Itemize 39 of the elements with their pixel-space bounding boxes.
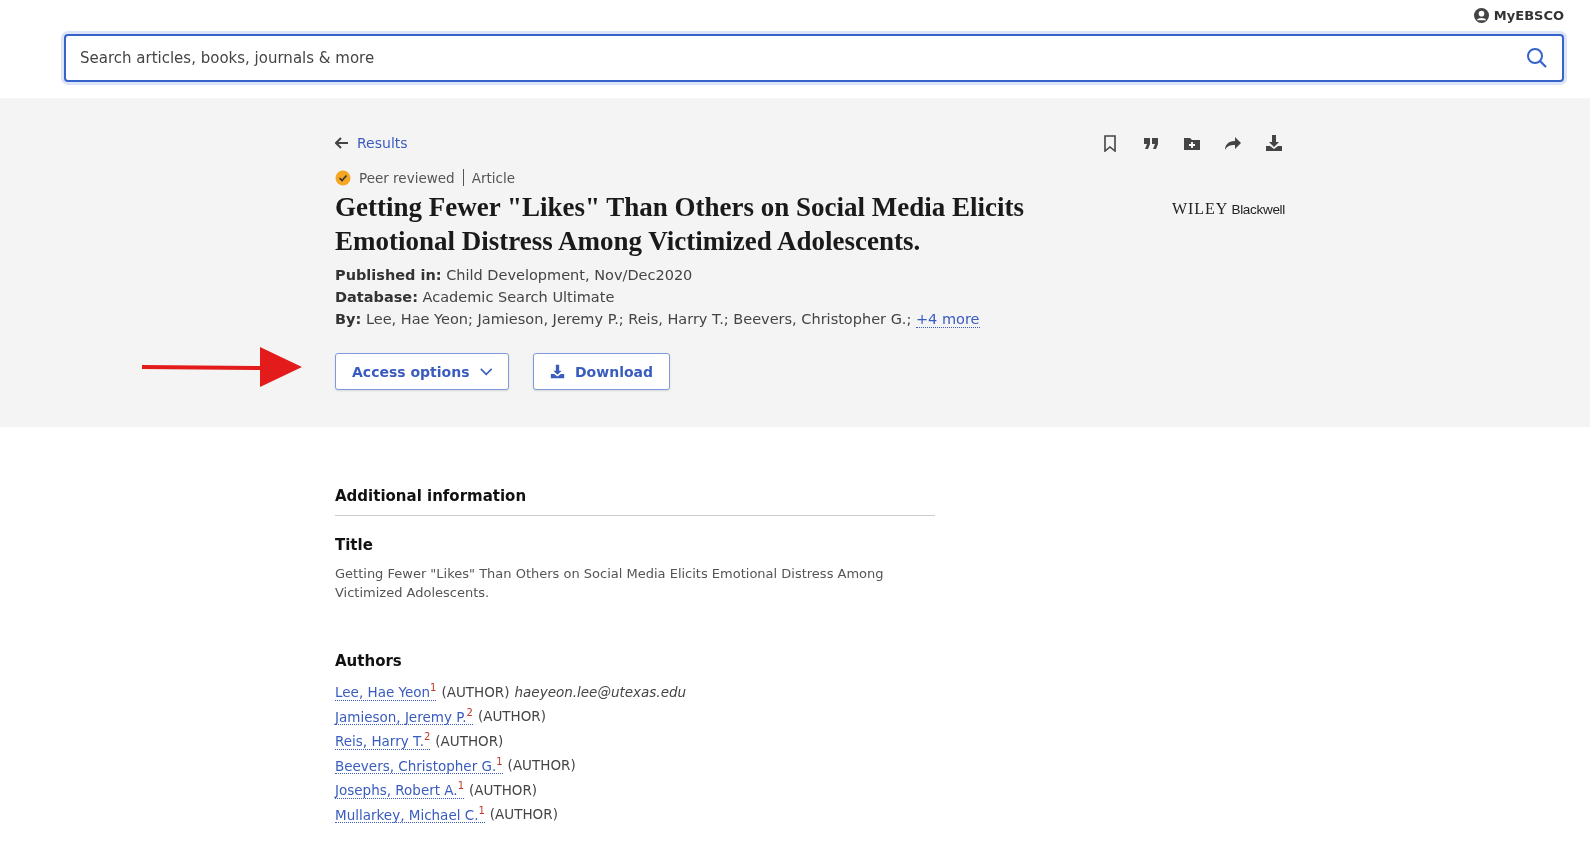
user-icon bbox=[1473, 7, 1489, 23]
chevron-down-icon bbox=[479, 366, 492, 377]
back-link[interactable]: Results bbox=[335, 135, 408, 151]
share-icon[interactable] bbox=[1224, 134, 1242, 152]
author-role: (AUTHOR) bbox=[477, 708, 546, 724]
author-role: (AUTHOR) bbox=[489, 806, 558, 822]
peer-reviewed-label: Peer reviewed bbox=[359, 169, 455, 186]
field-heading: Authors bbox=[335, 652, 403, 670]
author-link[interactable]: Reis, Harry T.$^{2}$ bbox=[335, 731, 431, 750]
author-email: haeyeon.lee@utexas.edu bbox=[514, 683, 687, 700]
download-icon[interactable] bbox=[1265, 134, 1283, 152]
more-authors-link[interactable]: +4 more bbox=[915, 311, 980, 328]
download-icon bbox=[550, 364, 565, 379]
download-button[interactable]: Download bbox=[533, 353, 671, 390]
title-text: Getting Fewer "Likes" Than Others on Social Media Elicits Emotional Distress Among Victimized Adolescents. bbox=[335, 565, 885, 602]
metadata-line: Published in: Child Development, Nov/Dec2020 bbox=[335, 266, 694, 285]
document-type: Article bbox=[471, 169, 515, 186]
section-heading: Additional information bbox=[335, 487, 935, 516]
author-role: (AUTHOR) bbox=[469, 781, 538, 798]
metadata-line: By: Lee, Hae Yeon; Jamieson, Jeremy P.; Reis, Harry T.; Beevers, Christopher G.; +4 more bbox=[335, 310, 981, 330]
metadata-line: Database: Academic Search Ultimate bbox=[335, 288, 616, 307]
account-link[interactable]: MyEBSCO bbox=[1473, 4, 1564, 26]
publisher-logo: WILEY Blackwell bbox=[1171, 200, 1285, 218]
search-field[interactable]: Search articles, books, journals & more bbox=[64, 34, 1564, 82]
author-link[interactable]: Beevers, Christopher G.$^{1}$ bbox=[335, 755, 503, 774]
author-role: (AUTHOR) bbox=[441, 683, 510, 700]
article-title: Getting Fewer "Likes" Than Others on Social Media Elicits Emotional Distress Among Victimized Adolescents. bbox=[335, 191, 1025, 258]
verified-badge-icon bbox=[335, 169, 351, 186]
author-role: (AUTHOR) bbox=[507, 757, 576, 773]
search-icon[interactable] bbox=[1526, 47, 1548, 69]
access-options-dropdown[interactable]: Access options bbox=[335, 353, 509, 390]
arrow-left-icon bbox=[335, 137, 349, 149]
author-link[interactable]: Lee, Hae Yeon$^{1}$ bbox=[335, 682, 437, 701]
author-role: (AUTHOR) bbox=[435, 732, 504, 749]
author-link[interactable]: Josephs, Robert A.$^{1}$ bbox=[335, 780, 465, 799]
field-heading: Title bbox=[335, 536, 374, 554]
author-link[interactable]: Mullarkey, Michael C.$^{1}$ bbox=[335, 804, 485, 823]
author-link[interactable]: Jamieson, Jeremy P.$^{2}$ bbox=[335, 706, 473, 725]
bookmark-icon[interactable] bbox=[1101, 134, 1119, 152]
